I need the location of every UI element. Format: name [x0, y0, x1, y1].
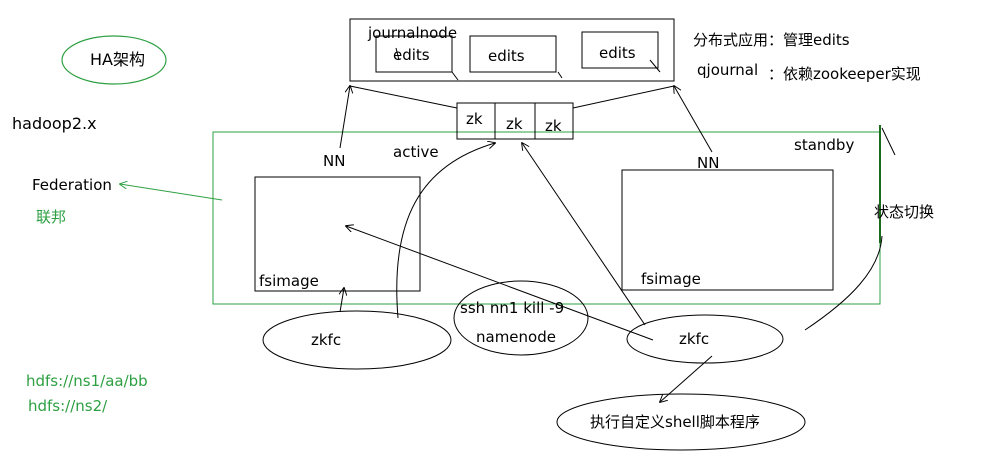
ha-architecture-label: HA架构: [90, 50, 145, 69]
federation-label: Federation: [32, 176, 112, 194]
zkfc-right-label: zkfc: [679, 330, 709, 348]
zk-label-3: zk: [545, 117, 562, 135]
zkfc-left-label: zkfc: [311, 331, 341, 349]
hadoop-version-label: hadoop2.x: [12, 114, 97, 133]
journalnode-label: journalnode: [367, 24, 457, 42]
ha-architecture-diagram: HA架构 hadoop2.x Federation 联邦 journalnode…: [12, 18, 934, 451]
zkfc-left-ellipse: [262, 310, 452, 370]
state-switch-tick: [881, 127, 896, 156]
fsimage-left-label: fsimage: [259, 272, 319, 290]
hdfs-ns2-label: hdfs://ns2/: [28, 397, 108, 415]
state-switch-label: 状态切换: [874, 203, 934, 221]
federation-arrow: [120, 184, 223, 201]
zk-label-2: zk: [506, 115, 523, 133]
zkfc-right-to-shell-arrow: [660, 355, 713, 402]
qjournal-desc-label: ：依赖zookeeper实现: [768, 65, 921, 83]
custom-shell-label: 执行自定义shell脚本程序: [590, 413, 760, 431]
nn-left-label: NN: [323, 152, 345, 170]
zk-label-1: zk: [466, 110, 483, 128]
federation-cn-label: 联邦: [36, 208, 66, 226]
hdfs-ns1-label: hdfs://ns1/aa/bb: [26, 372, 148, 390]
standby-label: standby: [794, 136, 854, 154]
zkfc-right-to-active-arrow: [346, 226, 654, 341]
namenode-label: namenode: [476, 328, 556, 346]
distributed-app-label: 分布式应用：管理edits: [693, 31, 850, 49]
edits-label-1: edits: [393, 46, 430, 64]
edits-label-2: edits: [488, 47, 525, 65]
fsimage-right-label: fsimage: [641, 270, 701, 288]
zkfc-left-to-fsimage-arrow: [340, 288, 344, 313]
zkfc-left-to-zk-curve: [396, 143, 495, 319]
nn-left-to-journal-line: [339, 86, 350, 149]
qjournal-label: qjournal: [697, 61, 758, 79]
nn-right-to-journal-line: [674, 86, 713, 153]
zkfc-right-to-standby-line: [804, 235, 883, 331]
active-label: active: [393, 143, 439, 161]
journal-to-zk-left-line: [349, 85, 458, 109]
nn-right-label: NN: [697, 154, 719, 172]
edits-label-3: edits: [599, 44, 636, 62]
journal-to-zk-right-line: [572, 85, 675, 109]
